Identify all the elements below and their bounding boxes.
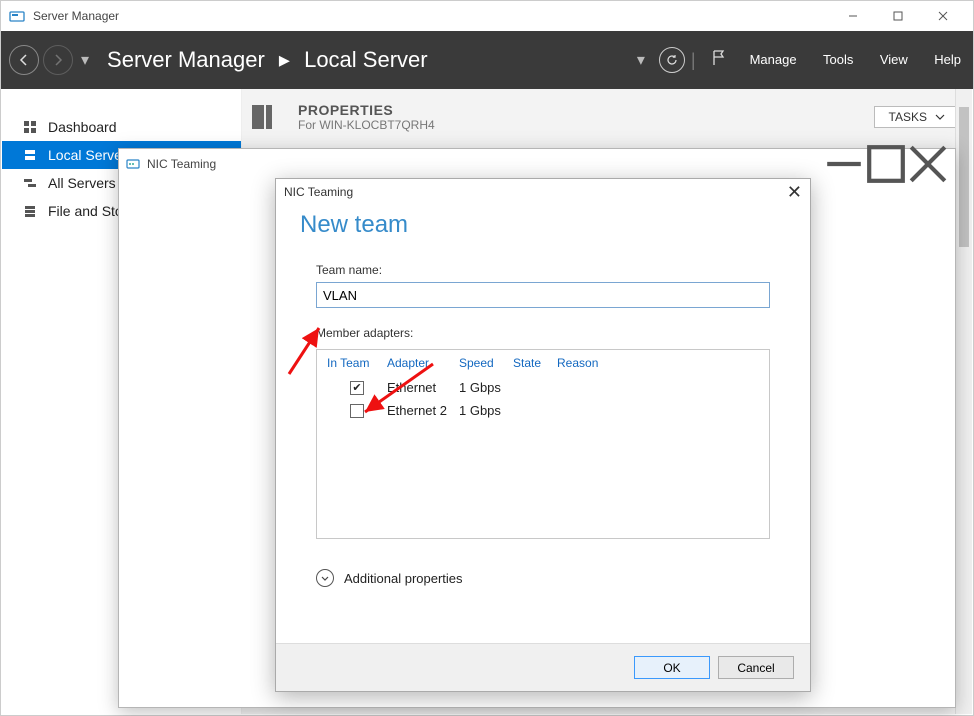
col-adapter: Adapter: [387, 356, 459, 370]
maximize-button[interactable]: [875, 1, 920, 31]
menu-tools[interactable]: Tools: [823, 52, 853, 67]
adapter-name: Ethernet 2: [387, 403, 459, 418]
nic-minimize-button[interactable]: [823, 150, 865, 178]
nav-history-dropdown[interactable]: ▾: [81, 50, 89, 70]
team-name-label: Team name:: [316, 263, 770, 277]
dialog-title: NIC Teaming: [284, 185, 353, 199]
dialog-close-button[interactable]: ✕: [787, 183, 802, 201]
dialog-heading: New team: [276, 205, 810, 251]
adapter-checkbox[interactable]: [350, 404, 364, 418]
nic-window-icon: [125, 156, 141, 172]
chevron-right-icon: ▸: [279, 47, 290, 72]
nav-item-dashboard[interactable]: Dashboard: [2, 113, 241, 141]
member-adapters-label: Member adapters:: [316, 326, 770, 340]
nav-item-label: Dashboard: [48, 119, 117, 135]
col-inteam: In Team: [327, 356, 387, 370]
nav-forward-button[interactable]: [43, 45, 73, 75]
storage-icon: [20, 204, 40, 218]
nic-close-button[interactable]: [907, 150, 949, 178]
adapters-header[interactable]: In Team Adapter Speed State Reason: [317, 350, 769, 376]
app-titlebar: Server Manager: [1, 1, 973, 31]
notifications-flag-icon[interactable]: [710, 49, 728, 72]
dialog-titlebar: NIC Teaming ✕: [276, 179, 810, 205]
refresh-button[interactable]: [659, 47, 685, 73]
properties-tasks-button[interactable]: TASKS: [874, 106, 956, 128]
col-state: State: [513, 356, 557, 370]
properties-title: PROPERTIES: [298, 102, 435, 118]
nav-item-label: Local Server: [48, 147, 120, 163]
properties-subtitle: For WIN-KLOCBT7QRH4: [298, 118, 435, 132]
chevron-down-icon: [316, 569, 334, 587]
minimize-button[interactable]: [830, 1, 875, 31]
breadcrumb-caret-icon[interactable]: ▾: [637, 50, 645, 70]
adapter-row[interactable]: Ethernet 2 1 Gbps: [317, 399, 769, 422]
nic-window-titlebar: NIC Teaming: [119, 149, 955, 179]
additional-properties-label: Additional properties: [344, 571, 463, 586]
vertical-scrollbar[interactable]: [955, 89, 972, 714]
nic-maximize-button[interactable]: [865, 150, 907, 178]
dashboard-icon: [20, 120, 40, 134]
breadcrumb-app[interactable]: Server Manager: [107, 47, 265, 72]
menu-view[interactable]: View: [880, 52, 908, 67]
col-speed: Speed: [459, 356, 513, 370]
adapter-row[interactable]: ✔ Ethernet 1 Gbps: [317, 376, 769, 399]
servers-icon: [20, 176, 40, 190]
app-title: Server Manager: [33, 9, 119, 23]
adapter-speed: 1 Gbps: [459, 380, 513, 395]
nav-back-button[interactable]: [9, 45, 39, 75]
properties-header: PROPERTIES For WIN-KLOCBT7QRH4 TASKS: [250, 101, 956, 133]
menu-help[interactable]: Help: [934, 52, 961, 67]
adapter-name: Ethernet: [387, 380, 459, 395]
member-adapters-table: In Team Adapter Speed State Reason ✔ Eth…: [316, 349, 770, 539]
new-team-dialog: NIC Teaming ✕ New team Team name: Member…: [275, 178, 811, 692]
menu-manage[interactable]: Manage: [750, 52, 797, 67]
cancel-button[interactable]: Cancel: [718, 656, 794, 679]
breadcrumb-bar: ▾ Server Manager ▸ Local Server ▾ | Mana…: [1, 31, 973, 89]
col-reason: Reason: [557, 356, 617, 370]
dialog-footer: OK Cancel: [276, 643, 810, 691]
vertical-separator: |: [691, 50, 696, 71]
ok-button[interactable]: OK: [634, 656, 710, 679]
server-icon: [20, 148, 40, 162]
additional-properties-toggle[interactable]: Additional properties: [316, 569, 770, 587]
team-name-input[interactable]: [316, 282, 770, 308]
close-button[interactable]: [920, 1, 965, 31]
app-icon: [9, 8, 25, 24]
adapter-checkbox[interactable]: ✔: [350, 381, 364, 395]
nav-item-label: All Servers: [48, 175, 116, 191]
adapter-speed: 1 Gbps: [459, 403, 513, 418]
nic-window-title: NIC Teaming: [147, 157, 216, 171]
breadcrumb-page[interactable]: Local Server: [304, 47, 428, 72]
properties-icon: [250, 101, 290, 133]
